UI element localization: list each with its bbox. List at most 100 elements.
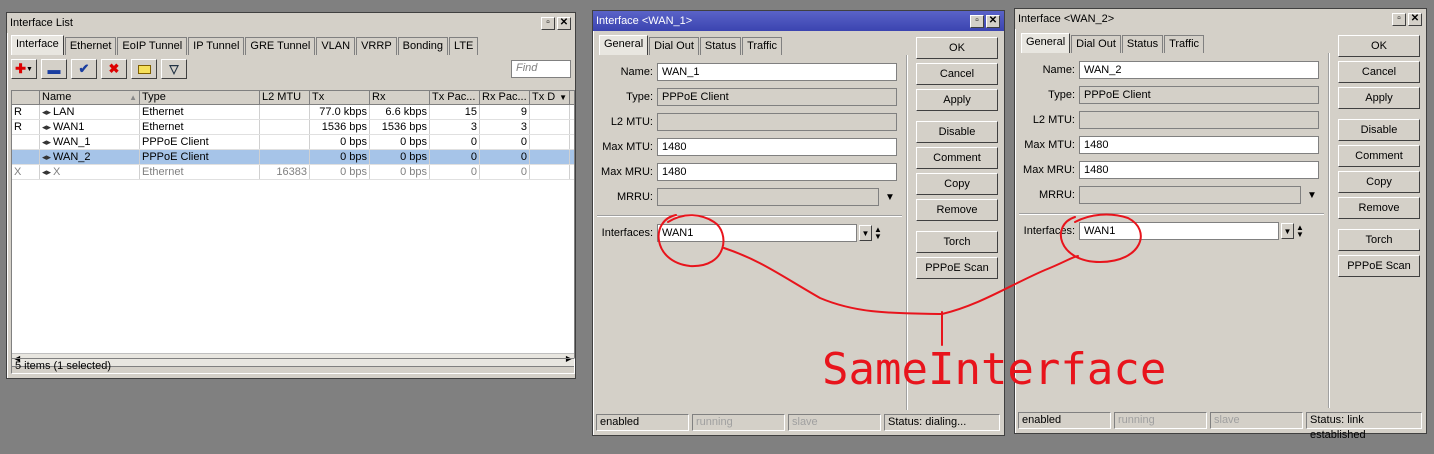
sort-asc-icon: ▲: [129, 93, 137, 102]
max-mtu-row: Max MTU: 1480: [1015, 136, 1319, 154]
close-icon[interactable]: ✕: [986, 14, 1000, 28]
tab-status[interactable]: Status: [699, 37, 742, 55]
name-input[interactable]: WAN_2: [1079, 61, 1319, 79]
maximize-icon[interactable]: ▫: [970, 14, 984, 28]
dropdown-arrow-icon[interactable]: ▼: [885, 192, 895, 203]
status-state: Status: link established: [1306, 412, 1422, 441]
max-mru-row: Max MRU: 1480: [1015, 161, 1319, 179]
max-mru-input[interactable]: 1480: [657, 163, 897, 181]
max-mru-label: Max MRU:: [601, 166, 653, 178]
column-header-tx-packets[interactable]: Tx Pac...: [430, 91, 480, 104]
pppoe-scan-button[interactable]: PPPoE Scan: [1338, 255, 1420, 277]
tab-ip-tunnel[interactable]: IP Tunnel: [188, 37, 245, 55]
table-row[interactable]: R ◂▸ LAN Ethernet 77.0 kbps 6.6 kbps 15 9: [12, 105, 574, 120]
ok-button[interactable]: OK: [1338, 35, 1420, 57]
status-slave: slave: [788, 414, 881, 431]
wan2-titlebar[interactable]: Interface <WAN_2> ▫ ✕: [1015, 9, 1426, 29]
column-header-type[interactable]: Type: [140, 91, 260, 104]
remove-button[interactable]: Remove: [916, 199, 998, 221]
tab-eoip-tunnel[interactable]: EoIP Tunnel: [117, 37, 188, 55]
column-header-name[interactable]: Name ▲: [40, 91, 140, 104]
tab-general[interactable]: General: [1021, 33, 1071, 53]
name-input[interactable]: WAN_1: [657, 63, 897, 81]
maximize-icon[interactable]: ▫: [541, 16, 555, 30]
add-remove-arrows-icon[interactable]: ▲ ▼: [874, 226, 882, 241]
disable-button[interactable]: Disable: [1338, 119, 1420, 141]
tab-interface[interactable]: Interface: [11, 35, 64, 55]
column-header-tx-drops[interactable]: Tx D ▼: [530, 91, 570, 104]
close-icon[interactable]: ✕: [557, 16, 571, 30]
cell-tx-drops: [530, 120, 570, 134]
tab-dial-out[interactable]: Dial Out: [1071, 35, 1121, 53]
wan1-titlebar[interactable]: Interface <WAN_1> ▫ ✕: [593, 11, 1004, 31]
dropdown-arrow-icon[interactable]: ▼: [1307, 190, 1317, 201]
column-header-rx-packets[interactable]: Rx Pac...: [480, 91, 530, 104]
torch-button[interactable]: Torch: [916, 231, 998, 253]
remove-button[interactable]: ▬: [41, 59, 67, 79]
remove-button[interactable]: Remove: [1338, 197, 1420, 219]
tab-traffic[interactable]: Traffic: [1164, 35, 1205, 53]
tab-vlan[interactable]: VLAN: [316, 37, 356, 55]
type-field: PPPoE Client: [657, 88, 897, 106]
interfaces-dropdown-icon[interactable]: ▼: [859, 225, 872, 241]
tab-gre-tunnel[interactable]: GRE Tunnel: [245, 37, 316, 55]
max-mru-input[interactable]: 1480: [1079, 161, 1319, 179]
interface-icon: ◂▸: [42, 122, 52, 132]
column-header-tx[interactable]: Tx: [310, 91, 370, 104]
tab-ethernet[interactable]: Ethernet: [64, 37, 117, 55]
max-mru-label: Max MRU:: [1023, 164, 1075, 176]
l2mtu-row: L2 MTU:: [593, 113, 897, 131]
type-row: Type: PPPoE Client: [1015, 86, 1319, 104]
table-row[interactable]: ◂▸ WAN_2 PPPoE Client 0 bps 0 bps 0 0: [12, 150, 574, 165]
max-mtu-input[interactable]: 1480: [657, 138, 897, 156]
column-header-tx-drops-label: Tx D: [532, 91, 556, 103]
interfaces-dropdown-icon[interactable]: ▼: [1281, 223, 1294, 239]
max-mtu-input[interactable]: 1480: [1079, 136, 1319, 154]
apply-button[interactable]: Apply: [1338, 87, 1420, 109]
add-button[interactable]: ✚ ▼: [11, 59, 37, 79]
table-row[interactable]: ◂▸ WAN_1 PPPoE Client 0 bps 0 bps 0 0: [12, 135, 574, 150]
disable-button[interactable]: ✖: [101, 59, 127, 79]
enable-button[interactable]: ✔: [71, 59, 97, 79]
column-header-flag[interactable]: [12, 91, 40, 104]
interfaces-row: Interfaces: WAN1 ▼ ▲ ▼: [593, 224, 882, 242]
cell-name: ◂▸ WAN1: [40, 120, 140, 134]
interfaces-select[interactable]: WAN1: [1079, 222, 1279, 240]
interfaces-select[interactable]: WAN1: [657, 224, 857, 242]
column-header-l2mtu[interactable]: L2 MTU: [260, 91, 310, 104]
apply-button[interactable]: Apply: [916, 89, 998, 111]
tab-general[interactable]: General: [599, 35, 649, 55]
interface-list-titlebar[interactable]: Interface List ▫ ✕: [7, 13, 575, 33]
find-input[interactable]: Find: [511, 60, 571, 78]
comment-button[interactable]: Comment: [1338, 145, 1420, 167]
copy-button[interactable]: Copy: [1338, 171, 1420, 193]
maximize-icon[interactable]: ▫: [1392, 12, 1406, 26]
add-remove-arrows-icon[interactable]: ▲ ▼: [1296, 224, 1304, 239]
pppoe-scan-button[interactable]: PPPoE Scan: [916, 257, 998, 279]
disable-button[interactable]: Disable: [916, 121, 998, 143]
cell-type: PPPoE Client: [140, 135, 260, 149]
wan2-tabs: General Dial Out Status Traffic: [1017, 31, 1209, 53]
table-row[interactable]: R ◂▸ WAN1 Ethernet 1536 bps 1536 bps 3 3: [12, 120, 574, 135]
table-row[interactable]: X ◂▸ X Ethernet 16383 0 bps 0 bps 0 0: [12, 165, 574, 180]
tab-vrrp[interactable]: VRRP: [356, 37, 397, 55]
tab-status[interactable]: Status: [1121, 35, 1164, 53]
comment-button[interactable]: Comment: [916, 147, 998, 169]
torch-button[interactable]: Torch: [1338, 229, 1420, 251]
copy-button[interactable]: Copy: [916, 173, 998, 195]
cell-type: Ethernet: [140, 105, 260, 119]
ok-button[interactable]: OK: [916, 37, 998, 59]
comment-button[interactable]: [131, 59, 157, 79]
column-header-rx[interactable]: Rx: [370, 91, 430, 104]
tab-lte[interactable]: LTE: [449, 37, 479, 55]
cancel-button[interactable]: Cancel: [1338, 61, 1420, 83]
tab-traffic[interactable]: Traffic: [742, 37, 783, 55]
column-menu-icon[interactable]: ▼: [559, 91, 567, 104]
close-icon[interactable]: ✕: [1408, 12, 1422, 26]
name-row: Name: WAN_2: [1015, 61, 1319, 79]
cancel-button[interactable]: Cancel: [916, 63, 998, 85]
filter-button[interactable]: ▽: [161, 59, 187, 79]
tab-dial-out[interactable]: Dial Out: [649, 37, 699, 55]
type-label: Type:: [1048, 89, 1075, 101]
tab-bonding[interactable]: Bonding: [397, 37, 449, 55]
